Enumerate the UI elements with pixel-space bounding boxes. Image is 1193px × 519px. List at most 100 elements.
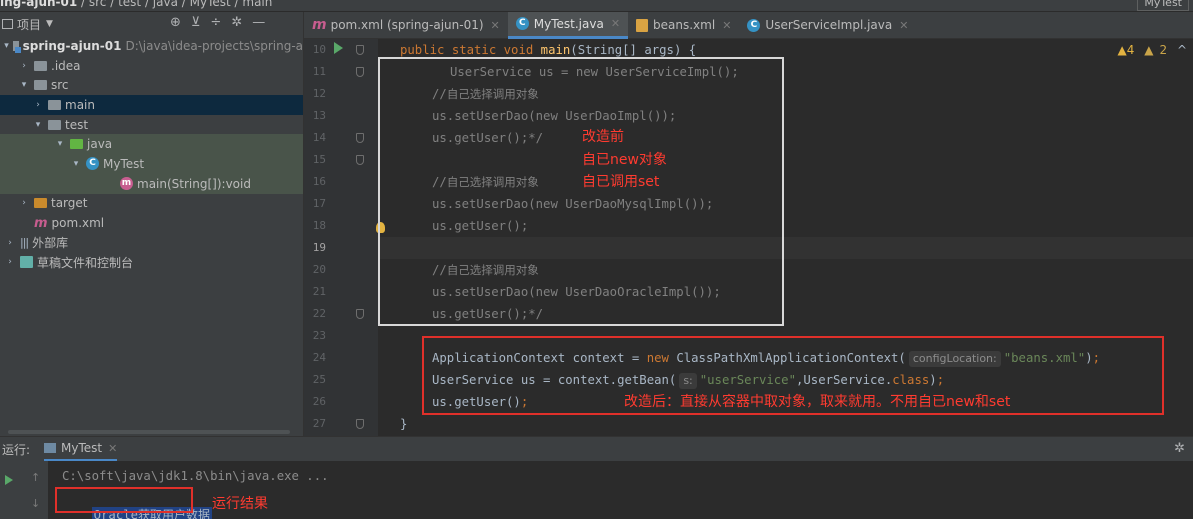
weak-warning-icon: ▲ (1144, 43, 1154, 57)
line-number: 22 (312, 307, 326, 320)
tree-item[interactable]: › 草稿文件和控制台 (0, 253, 303, 273)
class-icon: C (86, 157, 99, 171)
chevron-down-icon[interactable]: ▾ (4, 41, 9, 51)
maven-icon: m (312, 17, 327, 33)
tree-item[interactable]: ▾ java (0, 134, 303, 155)
fold-icon[interactable] (356, 133, 364, 143)
tree-item[interactable]: › .idea (0, 56, 303, 76)
folder-icon (48, 119, 61, 130)
fold-icon[interactable] (356, 45, 364, 55)
chevron-right-icon[interactable]: › (18, 61, 30, 71)
rerun-icon[interactable] (5, 475, 13, 485)
gear-icon[interactable]: ✲ (231, 15, 242, 30)
close-icon[interactable]: ✕ (108, 442, 117, 455)
project-view-icon (2, 19, 13, 29)
line-number: 13 (312, 109, 326, 122)
run-tool-window: 运行: MyTest ✕ ✲ ↑ ↓ C:\soft\java\jdk1.8\b… (0, 436, 1193, 519)
chevron-right-icon[interactable]: › (18, 198, 30, 208)
line-number: 24 (312, 351, 326, 364)
code-editor[interactable]: 10 11 12 13 14 15 16 17 18 19 20 21 22 23 24 25 26 27 ▲4 … (304, 39, 1193, 436)
tab-userserviceimpl-java[interactable]: C UserServiceImpl.java ✕ (739, 12, 916, 39)
chevron-down-icon[interactable]: ▾ (18, 80, 30, 90)
close-icon[interactable]: ✕ (899, 19, 908, 32)
chevron-right-icon[interactable]: › (4, 257, 16, 267)
chevron-up-icon[interactable]: ^ (1177, 43, 1187, 57)
annotation-before-set: 自已调用set (582, 174, 660, 190)
library-icon: ||| (20, 236, 29, 250)
folder-icon (34, 60, 47, 71)
arrow-up-icon[interactable]: ↑ (31, 471, 40, 484)
close-icon[interactable]: ✕ (611, 17, 620, 30)
folder-icon (34, 80, 47, 91)
breadcrumb[interactable]: ing-ajun-01 / src / test / java / MyTest… (0, 0, 272, 9)
run-gutter-icon[interactable] (334, 42, 343, 54)
gear-icon[interactable]: ✲ (1174, 441, 1185, 456)
console-command: C:\soft\java\jdk1.8\bin\java.exe ... (62, 469, 329, 483)
run-result-annotation: 运行结果 (212, 496, 268, 512)
project-view-select[interactable]: 项目 (17, 16, 41, 33)
run-header: 运行: MyTest ✕ ✲ (0, 437, 1193, 461)
tree-item[interactable]: m pom.xml (0, 213, 303, 233)
fold-icon[interactable] (356, 309, 364, 319)
project-header: 项目 ▼ ⊕ ⊻ ÷ ✲ — (0, 12, 303, 36)
line-number: 27 (312, 417, 326, 430)
fold-icon[interactable] (356, 155, 364, 165)
scratch-icon (20, 256, 33, 269)
tab-beans-xml[interactable]: beans.xml ✕ (628, 12, 739, 39)
excluded-folder-icon (34, 198, 47, 209)
chevron-right-icon[interactable]: › (32, 100, 44, 110)
run-tab-mytest[interactable]: MyTest ✕ (44, 437, 118, 461)
line-number: 26 (312, 395, 326, 408)
tree-item[interactable]: ▾ src (0, 75, 303, 95)
line-number: 18 (312, 219, 326, 232)
horizontal-scrollbar[interactable] (8, 430, 290, 434)
chevron-down-icon[interactable]: ▾ (32, 120, 44, 130)
module-folder-icon (13, 40, 21, 53)
class-icon: C (747, 18, 761, 32)
test-folder-icon (70, 139, 83, 150)
line-number: 23 (312, 329, 326, 342)
close-icon[interactable]: ✕ (491, 19, 500, 32)
chevron-right-icon[interactable]: › (4, 238, 16, 248)
hide-icon[interactable]: — (252, 15, 265, 30)
tree-item[interactable]: › target (0, 194, 303, 214)
chevron-down-icon[interactable]: ▾ (70, 159, 82, 169)
line-number: 11 (312, 65, 326, 78)
annotation-before-new: 自已new对象 (582, 152, 667, 168)
collapse-all-icon[interactable]: ÷ (210, 15, 221, 30)
tab-pom-xml[interactable]: m pom.xml (spring-ajun-01) ✕ (304, 12, 508, 39)
tree-item[interactable]: m main(String[]):void (0, 173, 303, 194)
tab-mytest-java[interactable]: C MyTest.java ✕ (507, 11, 629, 39)
line-number: 21 (312, 285, 326, 298)
chevron-down-icon[interactable]: ▼ (46, 19, 53, 29)
expand-all-icon[interactable]: ⊻ (191, 15, 201, 30)
fold-icon[interactable] (356, 419, 364, 429)
tree-item[interactable]: ▾ C MyTest (0, 154, 303, 174)
maven-icon: m (34, 215, 48, 231)
run-configuration-select[interactable]: MyTest (1137, 0, 1189, 11)
line-number: 17 (312, 197, 326, 210)
method-icon: m (120, 177, 133, 191)
line-number: 20 (312, 263, 326, 276)
tree-item[interactable]: › ||| 外部库 (0, 233, 303, 253)
project-tree: ▾ spring-ajun-01 D:\java\idea-projects\spr… (0, 36, 303, 272)
before-code-box (378, 57, 784, 326)
line-number: 25 (312, 373, 326, 386)
navigation-bar: ing-ajun-01 / src / test / java / MyTest… (0, 0, 1193, 12)
annotation-before: 改造前 (582, 129, 624, 145)
chevron-down-icon[interactable]: ▾ (54, 139, 66, 149)
xml-icon (636, 18, 649, 32)
line-number: 19 (312, 241, 326, 254)
inspection-widget[interactable]: ▲4 ▲ 2 ^ (1118, 43, 1187, 57)
output-highlight-box (55, 487, 193, 513)
fold-icon[interactable] (356, 67, 364, 77)
line-number: 12 (312, 87, 326, 100)
project-tool-window: 项目 ▼ ⊕ ⊻ ÷ ✲ — ▾ spring-ajun-01 D:\java\id… (0, 12, 304, 436)
arrow-down-icon[interactable]: ↓ (31, 497, 40, 510)
locate-icon[interactable]: ⊕ (170, 15, 181, 30)
close-icon[interactable]: ✕ (722, 19, 731, 32)
tree-item[interactable]: › main (0, 95, 303, 115)
tree-item[interactable]: ▾ spring-ajun-01 D:\java\idea-projects\spr… (0, 36, 303, 56)
tree-item[interactable]: ▾ test (0, 115, 303, 135)
code-line: } (400, 417, 408, 431)
